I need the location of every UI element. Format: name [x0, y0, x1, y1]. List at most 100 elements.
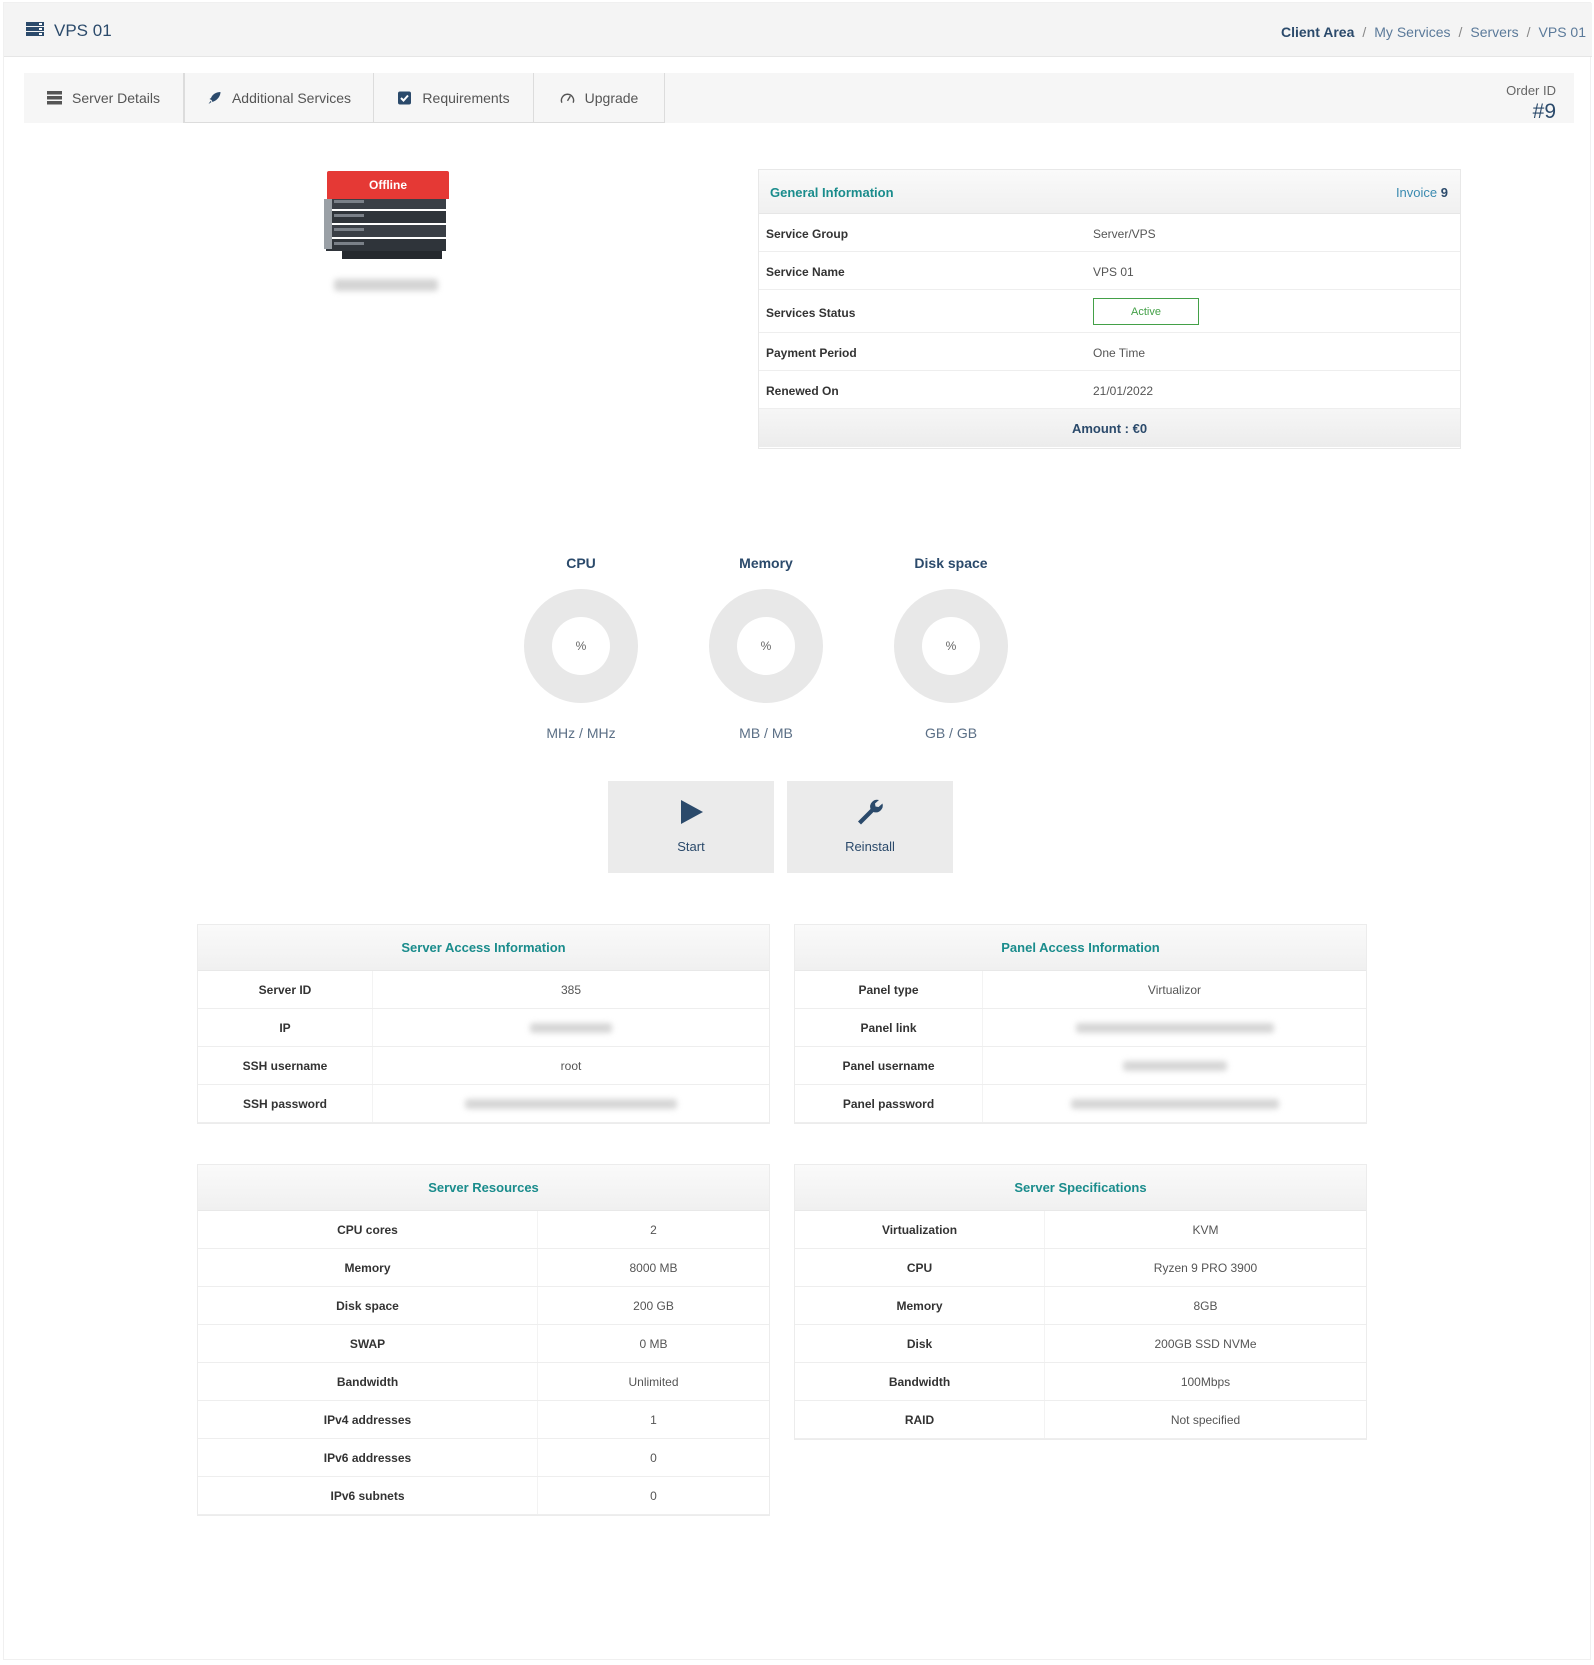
breadcrumb-separator: /: [1362, 24, 1367, 40]
tab-server-details[interactable]: Server Details: [24, 73, 184, 123]
table-row: Panel password: [795, 1085, 1366, 1123]
info-row-payment-period: Payment Period One Time: [759, 333, 1460, 371]
gauge-title: CPU: [566, 555, 596, 571]
table-key: Memory: [198, 1249, 538, 1286]
info-key: Service Group: [766, 227, 849, 241]
order-id-value: #9: [1532, 100, 1556, 123]
gauge-title: Disk space: [914, 555, 988, 571]
table-value: Virtualizor: [1147, 982, 1202, 997]
start-button[interactable]: Start: [608, 781, 774, 873]
tab-additional-services[interactable]: Additional Services: [184, 73, 374, 123]
table-key: Panel username: [795, 1047, 983, 1084]
gauge-title: Memory: [739, 555, 793, 571]
server-icon: [26, 22, 44, 36]
table-value: root: [560, 1058, 582, 1073]
table-value: 200 GB: [633, 1298, 674, 1313]
table-key: Panel password: [795, 1085, 983, 1122]
gauge-unit: MHz / MHz: [546, 725, 616, 741]
info-row-service-name: Service Name VPS 01: [759, 252, 1460, 290]
table-key: Bandwidth: [198, 1363, 538, 1400]
gauge-percent: %: [922, 617, 980, 675]
gauge-icon: [560, 93, 574, 103]
table-key: CPU: [795, 1249, 1045, 1286]
breadcrumb: Client Area / My Services / Servers / VPS 01: [1281, 24, 1586, 40]
table-row: CPU Ryzen 9 PRO 3900: [795, 1249, 1366, 1287]
table-key: IPv4 addresses: [198, 1401, 538, 1438]
table-row: CPU cores 2: [198, 1211, 769, 1249]
table-value: KVM: [1192, 1222, 1219, 1237]
table-title: Server Resources: [198, 1165, 769, 1211]
tab-label: Requirements: [422, 89, 510, 106]
breadcrumb-current: VPS 01: [1538, 24, 1586, 40]
info-key: Service Name: [766, 265, 845, 279]
breadcrumb-servers[interactable]: Servers: [1470, 24, 1518, 40]
table-key: Virtualization: [795, 1211, 1045, 1248]
table-value: 200GB SSD NVMe: [1154, 1336, 1257, 1351]
info-row-services-status: Services Status Active: [759, 290, 1460, 333]
reinstall-button[interactable]: Reinstall: [787, 781, 953, 873]
table-key: Memory: [795, 1287, 1045, 1324]
general-information-panel: General Information Invoice 9 Service Gr…: [758, 169, 1461, 449]
disk-space-gauge: Disk space % GB / GB: [891, 555, 1011, 741]
table-row: RAID Not specified: [795, 1401, 1366, 1439]
general-information-header: General Information Invoice 9: [759, 170, 1460, 214]
table-title: Panel Access Information: [795, 925, 1366, 971]
table-row: Memory 8GB: [795, 1287, 1366, 1325]
info-row-renewed-on: Renewed On 21/01/2022: [759, 371, 1460, 409]
table-row: Disk space 200 GB: [198, 1287, 769, 1325]
table-row: Server ID 385: [198, 971, 769, 1009]
table-value: Not specified: [1170, 1412, 1241, 1427]
table-key: CPU cores: [198, 1211, 538, 1248]
ssh-password-redacted: [373, 1085, 769, 1122]
table-key: Disk: [795, 1325, 1045, 1362]
table-row: Panel username: [795, 1047, 1366, 1085]
breadcrumb-client-area[interactable]: Client Area: [1281, 24, 1354, 40]
wrench-icon: [858, 799, 883, 825]
order-id-label: Order ID: [1506, 83, 1556, 98]
table-value: 385: [560, 982, 582, 997]
table-key: RAID: [795, 1401, 1045, 1438]
server-ip-redacted: [334, 279, 438, 291]
info-key: Services Status: [766, 306, 856, 320]
table-row: SSH password: [198, 1085, 769, 1123]
breadcrumb-my-services[interactable]: My Services: [1374, 24, 1450, 40]
breadcrumb-separator: /: [1526, 24, 1531, 40]
gauge-unit: MB / MB: [739, 725, 793, 741]
server-specifications-table: Server Specifications Virtualization KVM…: [794, 1164, 1367, 1440]
play-icon: [681, 800, 703, 824]
amount-total: Amount : €0: [759, 409, 1460, 447]
table-row: SSH username root: [198, 1047, 769, 1085]
invoice-label: Invoice: [1395, 185, 1438, 200]
table-key: IP: [198, 1009, 373, 1046]
server-resources-table: Server Resources CPU cores 2 Memory 8000…: [197, 1164, 770, 1516]
table-value: 8GB: [1193, 1298, 1218, 1313]
gauge-percent: %: [552, 617, 610, 675]
panel-link-redacted[interactable]: [983, 1009, 1366, 1046]
tab-requirements[interactable]: Requirements: [374, 73, 534, 123]
info-key: Renewed On: [766, 384, 839, 398]
checkbox-icon: [398, 91, 412, 104]
panel-password-redacted: [983, 1085, 1366, 1122]
table-row: Panel link: [795, 1009, 1366, 1047]
invoice-link[interactable]: Invoice 9: [1396, 185, 1448, 200]
table-value: 0 MB: [639, 1336, 668, 1351]
general-information-title: General Information: [770, 185, 894, 200]
table-key: SSH username: [198, 1047, 373, 1084]
gauge-ring: %: [709, 589, 823, 703]
table-key: SSH password: [198, 1085, 373, 1122]
info-value: VPS 01: [1093, 265, 1134, 279]
table-key: IPv6 addresses: [198, 1439, 538, 1476]
active-status-badge: Active: [1093, 298, 1199, 325]
tab-upgrade[interactable]: Upgrade: [534, 73, 665, 123]
table-value: 2: [650, 1222, 657, 1237]
table-row: Bandwidth 100Mbps: [795, 1363, 1366, 1401]
table-row: IPv4 addresses 1: [198, 1401, 769, 1439]
table-row: IP: [198, 1009, 769, 1047]
table-key: IPv6 subnets: [198, 1477, 538, 1514]
table-value: Ryzen 9 PRO 3900: [1153, 1260, 1258, 1275]
table-row: IPv6 subnets 0: [198, 1477, 769, 1515]
ip-value-redacted: [373, 1009, 769, 1046]
start-button-label: Start: [677, 839, 705, 854]
table-value: 1: [650, 1412, 657, 1427]
page: VPS 01 Client Area / My Services / Servers / V…: [3, 2, 1592, 1660]
